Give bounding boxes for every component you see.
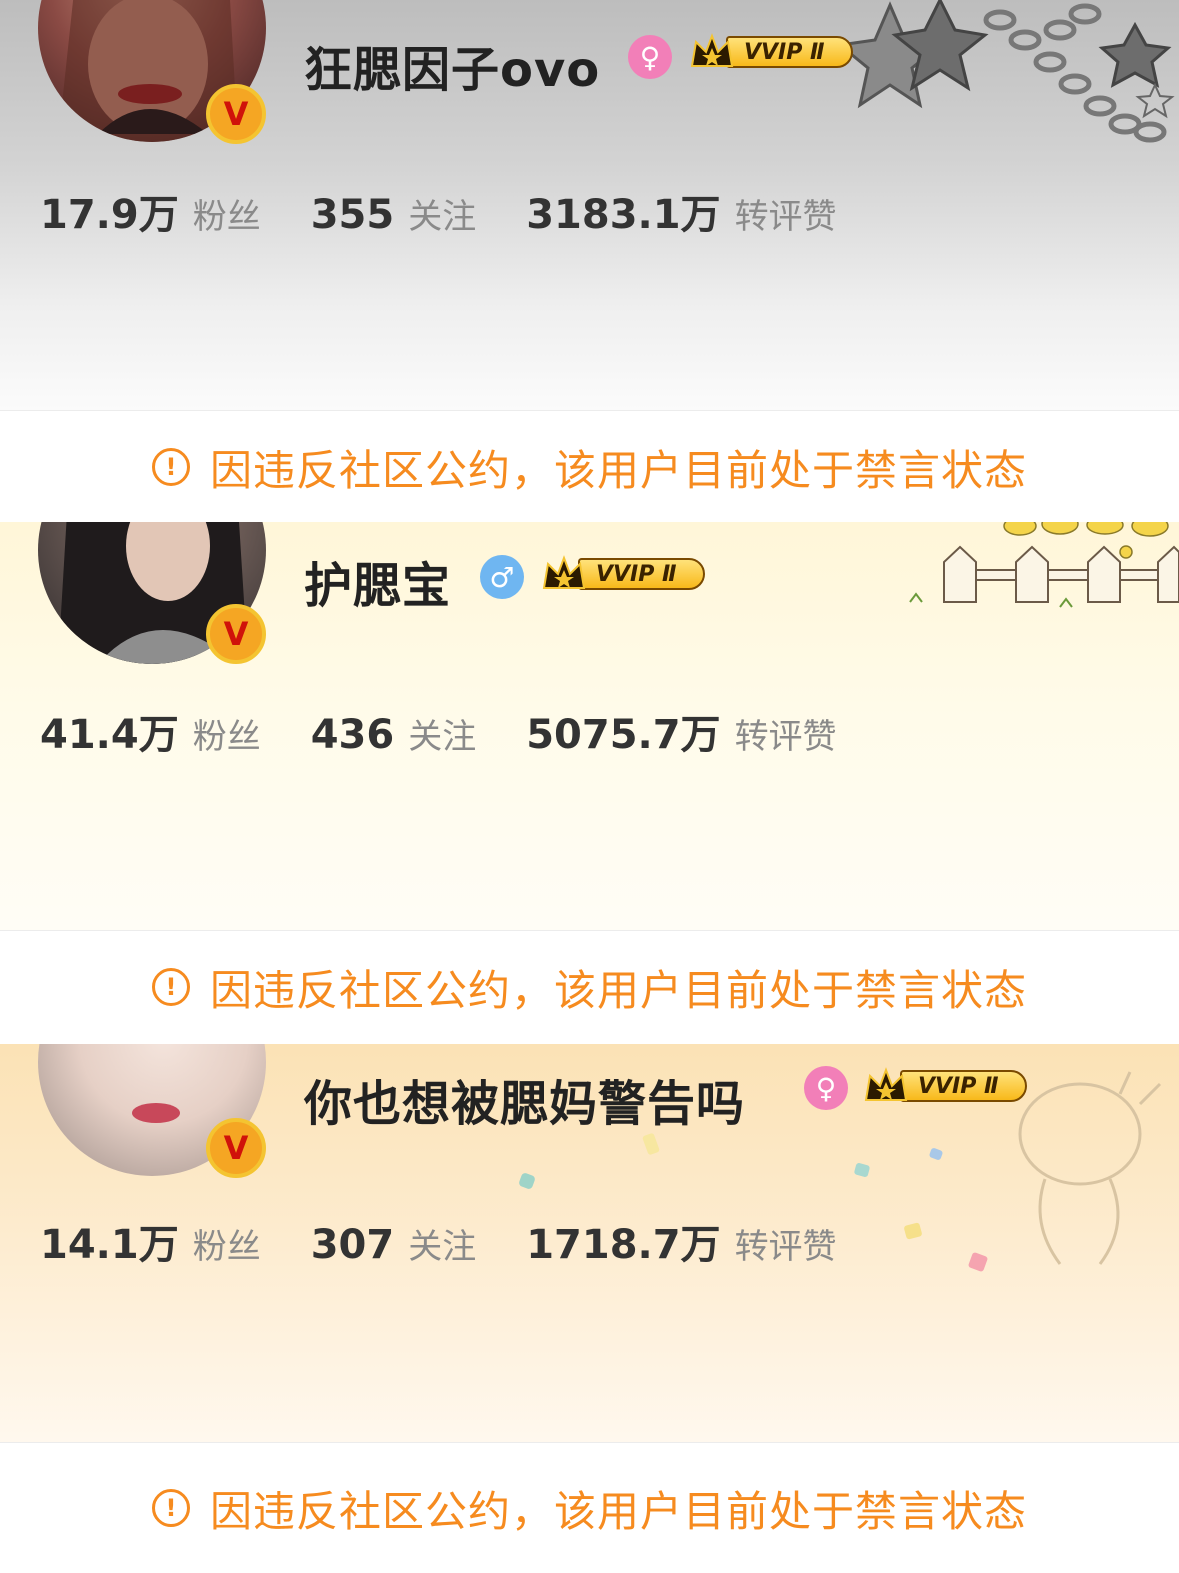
follow-stat[interactable]: 307 关注 xyxy=(311,1219,477,1268)
vvip-badge[interactable]: VVIP Ⅱ xyxy=(688,32,853,72)
vvip-label: VVIP Ⅱ xyxy=(578,558,705,590)
fans-label: 粉丝 xyxy=(192,197,261,237)
username[interactable]: 狂腮因子ovo xyxy=(304,30,600,100)
likes-stat[interactable]: 5075.7万 转评赞 xyxy=(526,702,836,760)
username[interactable]: 你也想被腮妈警告吗 xyxy=(304,1064,745,1134)
follow-label: 关注 xyxy=(408,1227,477,1267)
warning-icon: ! xyxy=(151,968,190,1006)
verified-badge-icon: V xyxy=(206,604,266,664)
likes-count: 5075.7万 xyxy=(526,712,721,758)
follow-label: 关注 xyxy=(408,197,477,237)
vvip-label: VVIP Ⅱ xyxy=(726,36,853,68)
male-icon: ♂ xyxy=(480,555,524,599)
fans-stat[interactable]: 17.9万 粉丝 xyxy=(40,182,261,240)
crown-icon xyxy=(864,1067,908,1101)
chain-stars-decoration xyxy=(836,0,1175,143)
fans-label: 粉丝 xyxy=(192,717,261,757)
profile-card-2: V 护腮宝 ♂ VVIP Ⅱ 41.4万 粉丝 436 关注 5075.7万 转… xyxy=(0,522,1179,930)
crown-icon xyxy=(690,33,734,67)
fans-stat[interactable]: 14.1万 粉丝 xyxy=(40,1212,261,1270)
ban-notice-text: 因违反社区公约，该用户目前处于禁言状态 xyxy=(209,965,1027,1015)
vvip-badge[interactable]: VVIP Ⅱ xyxy=(862,1066,1027,1106)
follow-stat[interactable]: 436 关注 xyxy=(311,709,477,758)
ban-notice-3: ! 因违反社区公约，该用户目前处于禁言状态 xyxy=(0,1442,1179,1573)
female-icon: ♀ xyxy=(628,35,672,79)
username[interactable]: 护腮宝 xyxy=(304,546,451,616)
likes-label: 转评赞 xyxy=(734,1227,837,1267)
follow-count: 307 xyxy=(310,1222,395,1268)
ban-notice-text: 因违反社区公约，该用户目前处于禁言状态 xyxy=(209,445,1027,495)
fans-count: 17.9万 xyxy=(40,192,179,238)
stats-row: 17.9万 粉丝 355 关注 3183.1万 转评赞 xyxy=(40,182,837,240)
likes-count: 1718.7万 xyxy=(526,1222,721,1268)
likes-stat[interactable]: 1718.7万 转评赞 xyxy=(526,1212,836,1270)
profile-card-1: V 狂腮因子ovo ♀ VVIP Ⅱ 17.9万 粉丝 355 关注 3183.… xyxy=(0,0,1179,410)
likes-count: 3183.1万 xyxy=(526,192,721,238)
verified-badge-icon: V xyxy=(206,84,266,144)
follow-label: 关注 xyxy=(408,717,477,757)
fans-count: 14.1万 xyxy=(40,1222,179,1268)
fans-stat[interactable]: 41.4万 粉丝 xyxy=(40,702,261,760)
follow-count: 355 xyxy=(310,192,395,238)
stats-row: 14.1万 粉丝 307 关注 1718.7万 转评赞 xyxy=(40,1212,837,1270)
vvip-badge[interactable]: VVIP Ⅱ xyxy=(540,554,705,594)
likes-label: 转评赞 xyxy=(734,717,837,757)
ban-notice-2: ! 因违反社区公约，该用户目前处于禁言状态 xyxy=(0,930,1179,1043)
follow-stat[interactable]: 355 关注 xyxy=(311,189,477,238)
ban-notice-text: 因违反社区公约，该用户目前处于禁言状态 xyxy=(209,1486,1027,1536)
female-icon: ♀ xyxy=(804,1066,848,1110)
fence-flowers-decoration xyxy=(909,522,1179,608)
profile-card-3: V 你也想被腮妈警告吗 ♀ VVIP Ⅱ 14.1万 粉丝 307 关注 171… xyxy=(0,1044,1179,1442)
fans-label: 粉丝 xyxy=(192,1227,261,1267)
follow-count: 436 xyxy=(310,712,395,758)
warning-icon: ! xyxy=(151,448,190,486)
crown-icon xyxy=(542,555,586,589)
fans-count: 41.4万 xyxy=(40,712,179,758)
likes-stat[interactable]: 3183.1万 转评赞 xyxy=(526,182,836,240)
stats-row: 41.4万 粉丝 436 关注 5075.7万 转评赞 xyxy=(40,702,837,760)
vvip-label: VVIP Ⅱ xyxy=(900,1070,1027,1102)
likes-label: 转评赞 xyxy=(734,197,837,237)
ban-notice-1: ! 因违反社区公约，该用户目前处于禁言状态 xyxy=(0,410,1179,523)
verified-badge-icon: V xyxy=(206,1118,266,1178)
warning-icon: ! xyxy=(151,1489,190,1527)
